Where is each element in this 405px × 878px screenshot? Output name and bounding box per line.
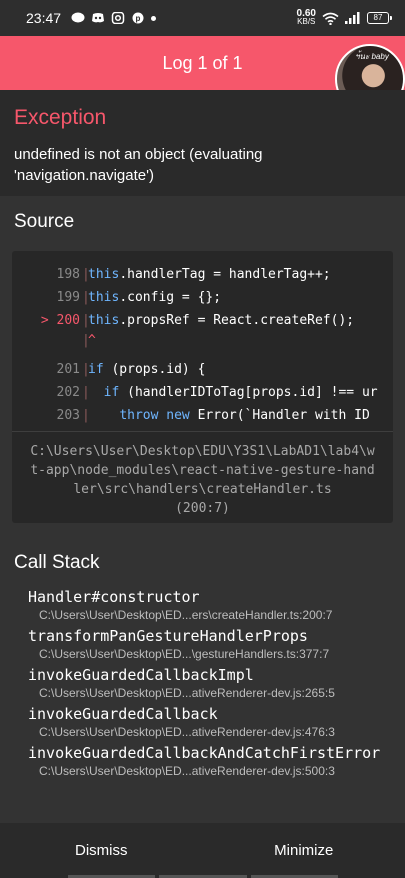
- battery-icon: 87: [367, 12, 392, 24]
- more-notifications-dot: [151, 15, 157, 21]
- line-number: 203: [56, 408, 80, 423]
- source-code-frame[interactable]: 198 | this.handlerTag = handlerTag++; 199 |…: [12, 251, 393, 523]
- stack-frame[interactable]: Handler#constructor C:\Users\User\Deskto…: [28, 588, 398, 623]
- log-counter-title: Log 1 of 1: [162, 52, 243, 73]
- error-caret: ^: [88, 333, 96, 348]
- stack-frame[interactable]: invokeGuardedCallbackImpl C:\Users\User\…: [28, 666, 398, 701]
- stack-frame[interactable]: transformPanGestureHandlerProps C:\Users…: [28, 627, 398, 662]
- line-number: 202: [56, 385, 80, 400]
- line-number: 201: [56, 362, 80, 377]
- stack-frame[interactable]: invokeGuardedCallbackAndCatchFirstError …: [28, 744, 398, 779]
- frame-function: invokeGuardedCallbackAndCatchFirstError: [28, 744, 381, 762]
- log-footer: Dismiss Minimize: [0, 823, 405, 878]
- line-chat-icon: [71, 12, 85, 23]
- frame-function: transformPanGestureHandlerProps: [28, 627, 308, 645]
- frame-location: C:\Users\User\Desktop\ED...ers\createHan…: [39, 608, 333, 622]
- wifi-icon: [322, 12, 339, 25]
- source-title: Source: [14, 211, 75, 232]
- exception-title: Exception: [14, 106, 107, 129]
- discord-icon: [92, 13, 105, 23]
- notification-icons: p: [71, 12, 157, 24]
- frame-function: Handler#constructor: [28, 588, 200, 606]
- code-line: 202 | if (handlerIDToTag[props.id] !== ur: [12, 381, 393, 404]
- code-lines: 198 | this.handlerTag = handlerTag++; 199 |…: [12, 251, 393, 427]
- network-speed: 0.60 KB/S: [296, 8, 316, 26]
- minimize-button[interactable]: Minimize: [203, 823, 405, 878]
- frame-location: C:\Users\User\Desktop\ED...ativeRenderer…: [39, 764, 335, 778]
- avatar-caption: ฯ้นะ baby: [355, 52, 389, 61]
- code-line: 203 | throw new Error(`Handler with ID: [12, 404, 393, 427]
- code-line: 199 | this.config = {};: [12, 286, 393, 309]
- line-number: 199: [56, 290, 80, 305]
- call-stack-list: Handler#constructor C:\Users\User\Deskto…: [28, 588, 398, 783]
- frame-function: invokeGuardedCallback: [28, 705, 218, 723]
- error-caret-line: | ^: [82, 333, 96, 348]
- code-line: 198 | this.handlerTag = handlerTag++;: [12, 263, 393, 286]
- stack-frame[interactable]: invokeGuardedCallback C:\Users\User\Desk…: [28, 705, 398, 740]
- signal-icon: [345, 12, 360, 24]
- frame-location: C:\Users\User\Desktop\ED...ativeRenderer…: [39, 725, 335, 739]
- code-line-error: > 200 | this.propsRef = React.createRef();: [12, 309, 393, 332]
- dismiss-button[interactable]: Dismiss: [0, 823, 203, 878]
- call-stack-title: Call Stack: [14, 552, 100, 573]
- source-position: (200:7): [175, 501, 230, 516]
- exception-message: undefined is not an object (evaluating '…: [14, 146, 263, 184]
- line-number-error: > 200: [40, 313, 80, 328]
- frame-location: C:\Users\User\Desktop\ED...ativeRenderer…: [39, 686, 335, 700]
- pinterest-icon: p: [132, 12, 144, 24]
- instagram-icon: [111, 12, 125, 24]
- system-icons: 0.60 KB/S 87: [296, 8, 392, 26]
- status-bar: 23:47 p 0.60 KB/S 87: [0, 0, 405, 36]
- source-file-path[interactable]: C:\Users\User\Desktop\EDU\Y3S1\LabAD1\la…: [12, 431, 393, 518]
- line-number: 198: [56, 267, 80, 282]
- code-line: 201 | if (props.id) {: [12, 358, 393, 381]
- exception-panel: Exception undefined is not an object (ev…: [0, 90, 405, 196]
- frame-location: C:\Users\User\Desktop\ED...\gestureHandl…: [39, 647, 330, 661]
- clock: 23:47: [26, 10, 62, 26]
- frame-function: invokeGuardedCallbackImpl: [28, 666, 254, 684]
- svg-text:p: p: [136, 14, 141, 23]
